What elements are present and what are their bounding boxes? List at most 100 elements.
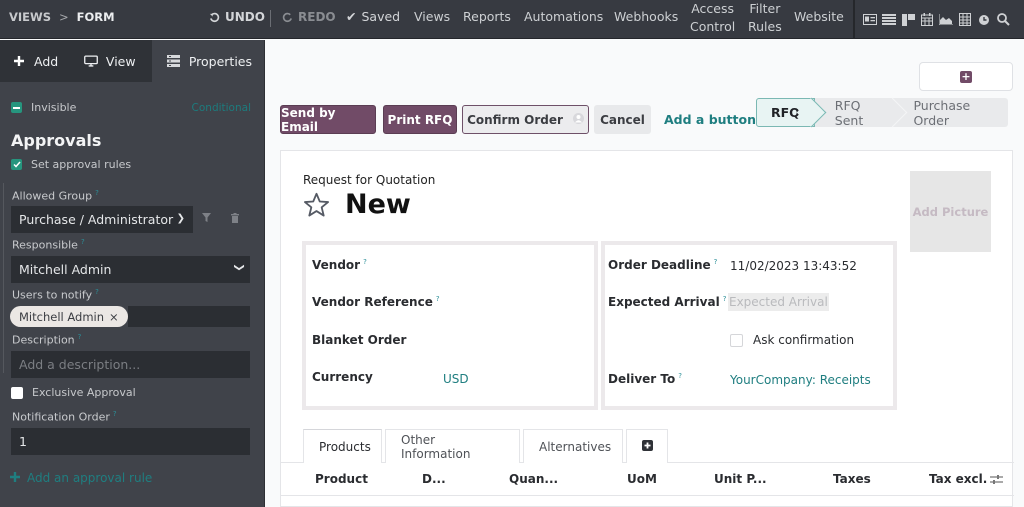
menu-filter-rules[interactable]: Filter Rules bbox=[748, 0, 782, 36]
check-icon: ✔ bbox=[346, 9, 357, 24]
approvals-title: Approvals bbox=[11, 131, 102, 150]
help-icon[interactable]: ? bbox=[95, 288, 99, 296]
description-input[interactable]: Add a description... bbox=[11, 351, 250, 378]
star-icon[interactable] bbox=[303, 192, 330, 221]
currency-label: Currency bbox=[312, 370, 373, 384]
description-label-text: Description bbox=[12, 333, 75, 347]
expected-arrival-input[interactable]: Expected Arrival bbox=[728, 293, 829, 311]
help-icon[interactable]: ? bbox=[81, 238, 85, 246]
add-a-button-link[interactable]: Add a button bbox=[664, 112, 756, 127]
pivot-view-icon[interactable] bbox=[958, 13, 972, 27]
stage-purchase-order[interactable]: Purchase Order bbox=[897, 98, 1008, 128]
print-rfq-button[interactable]: Print RFQ bbox=[383, 105, 457, 134]
sidebar-tab-view[interactable]: View bbox=[71, 40, 152, 82]
send-by-email-button[interactable]: Send by Email bbox=[280, 105, 376, 134]
help-icon[interactable]: ? bbox=[723, 295, 727, 303]
currency-value[interactable]: USD bbox=[443, 372, 469, 386]
deliver-to-value[interactable]: YourCompany: Receipts bbox=[730, 373, 871, 387]
notification-order-select[interactable]: 1 bbox=[11, 428, 250, 455]
trash-icon[interactable] bbox=[231, 213, 239, 226]
column-taxes[interactable]: Taxes bbox=[833, 472, 871, 486]
vendor-label: Vendor? bbox=[312, 258, 367, 272]
right-field-group: Order Deadline? 11/02/2023 13:43:52 Expe… bbox=[601, 241, 897, 410]
menu-views[interactable]: Views bbox=[414, 9, 450, 24]
calendar-view-icon[interactable] bbox=[920, 13, 934, 27]
column-unit-price[interactable]: Unit P... bbox=[714, 472, 767, 486]
document-name[interactable]: New bbox=[345, 189, 411, 220]
help-icon[interactable]: ? bbox=[78, 333, 82, 341]
activity-view-icon[interactable] bbox=[977, 13, 991, 27]
saved-label: Saved bbox=[361, 9, 401, 24]
breadcrumb-views[interactable]: VIEWS bbox=[9, 10, 51, 24]
menu-automations[interactable]: Automations bbox=[524, 9, 603, 24]
cancel-button[interactable]: Cancel bbox=[594, 105, 651, 134]
confirm-order-button[interactable]: Confirm Order bbox=[462, 105, 589, 134]
invisible-checkbox[interactable] bbox=[11, 102, 22, 113]
allowed-group-select[interactable]: Purchase / Administrator ❯ bbox=[11, 206, 193, 233]
menu-website[interactable]: Website bbox=[794, 9, 844, 24]
ask-confirmation-checkbox[interactable] bbox=[730, 334, 743, 347]
column-tax-excl[interactable]: Tax excl. bbox=[929, 472, 987, 486]
sidebar-tab-properties-label: Properties bbox=[188, 53, 252, 69]
search-view-icon[interactable] bbox=[996, 13, 1010, 27]
confirm-order-label: Confirm Order bbox=[467, 112, 563, 127]
plus-icon bbox=[12, 55, 26, 67]
column-uom[interactable]: UoM bbox=[627, 472, 657, 486]
add-approval-rule-link[interactable]: Add an approval rule bbox=[10, 471, 152, 485]
redo-icon bbox=[282, 12, 292, 22]
invisible-label: Invisible bbox=[31, 101, 77, 114]
help-icon[interactable]: ? bbox=[436, 295, 440, 303]
tab-other-information[interactable]: Other Information bbox=[385, 429, 520, 463]
conditional-link[interactable]: Conditional bbox=[192, 102, 251, 114]
sidebar-tab-add[interactable]: Add bbox=[0, 40, 72, 82]
deliver-to-label-text: Deliver To bbox=[608, 372, 676, 386]
stage-rfq[interactable]: RFQ bbox=[756, 98, 815, 127]
help-icon[interactable]: ? bbox=[678, 372, 682, 380]
menu-access-control[interactable]: Access Control bbox=[690, 0, 735, 36]
help-icon[interactable]: ? bbox=[95, 189, 99, 197]
menu-reports[interactable]: Reports bbox=[463, 9, 511, 24]
responsible-select[interactable]: Mitchell Admin ❯ bbox=[11, 256, 250, 283]
notification-order-value: 1 bbox=[19, 434, 27, 449]
add-smart-button[interactable]: + bbox=[919, 62, 1013, 91]
vendor-reference-label: Vendor Reference? bbox=[312, 295, 440, 309]
redo-button[interactable]: REDO bbox=[282, 10, 336, 24]
allowed-group-value: Purchase / Administrator bbox=[19, 212, 174, 227]
users-to-notify-input[interactable] bbox=[128, 306, 250, 327]
column-description[interactable]: D... bbox=[422, 472, 446, 486]
status-bar: RFQ RFQ Sent Purchase Order bbox=[756, 98, 1008, 128]
set-approval-rules-checkbox[interactable] bbox=[11, 159, 22, 170]
responsible-label: Responsible? bbox=[12, 238, 85, 252]
column-product[interactable]: Product bbox=[315, 472, 368, 486]
help-icon[interactable]: ? bbox=[113, 410, 117, 418]
menu-webhooks[interactable]: Webhooks bbox=[614, 9, 678, 24]
order-lines-header: Product D... Quan... UoM Unit P... Taxes… bbox=[281, 463, 1014, 496]
sidebar-tab-view-label: View bbox=[105, 53, 136, 69]
column-quantity[interactable]: Quan... bbox=[509, 472, 558, 486]
stage-rfq-sent[interactable]: RFQ Sent bbox=[815, 98, 898, 128]
sidebar-tab-properties[interactable]: Properties bbox=[151, 40, 264, 82]
help-icon[interactable]: ? bbox=[714, 258, 718, 266]
form-sheet: Request for Quotation New Add Picture Ve… bbox=[280, 150, 1014, 507]
add-picture-placeholder[interactable]: Add Picture bbox=[910, 171, 991, 252]
users-to-notify-label-text: Users to notify bbox=[12, 288, 93, 302]
help-icon[interactable]: ? bbox=[363, 258, 367, 266]
add-tab-button[interactable] bbox=[626, 429, 668, 463]
tab-alternatives[interactable]: Alternatives bbox=[523, 429, 623, 463]
order-deadline-value[interactable]: 11/02/2023 13:43:52 bbox=[730, 259, 857, 273]
document-type: Request for Quotation bbox=[303, 173, 436, 187]
kanban-view-icon[interactable] bbox=[901, 13, 915, 27]
undo-button[interactable]: UNDO bbox=[209, 10, 265, 24]
sidebar-tab-add-label: Add bbox=[34, 53, 59, 69]
users-to-notify-label: Users to notify? bbox=[12, 288, 99, 302]
card-view-icon[interactable] bbox=[863, 13, 877, 27]
list-view-icon[interactable] bbox=[882, 13, 896, 27]
chevron-down-icon: ❯ bbox=[233, 263, 245, 272]
ask-confirmation-label: Ask confirmation bbox=[753, 333, 855, 347]
filter-icon[interactable] bbox=[202, 213, 211, 225]
tab-products[interactable]: Products bbox=[303, 429, 382, 463]
exclusive-approval-checkbox[interactable] bbox=[11, 386, 23, 399]
optional-columns-icon[interactable] bbox=[990, 474, 1003, 488]
remove-tag-icon[interactable]: × bbox=[109, 310, 119, 324]
graph-view-icon[interactable] bbox=[939, 13, 953, 27]
